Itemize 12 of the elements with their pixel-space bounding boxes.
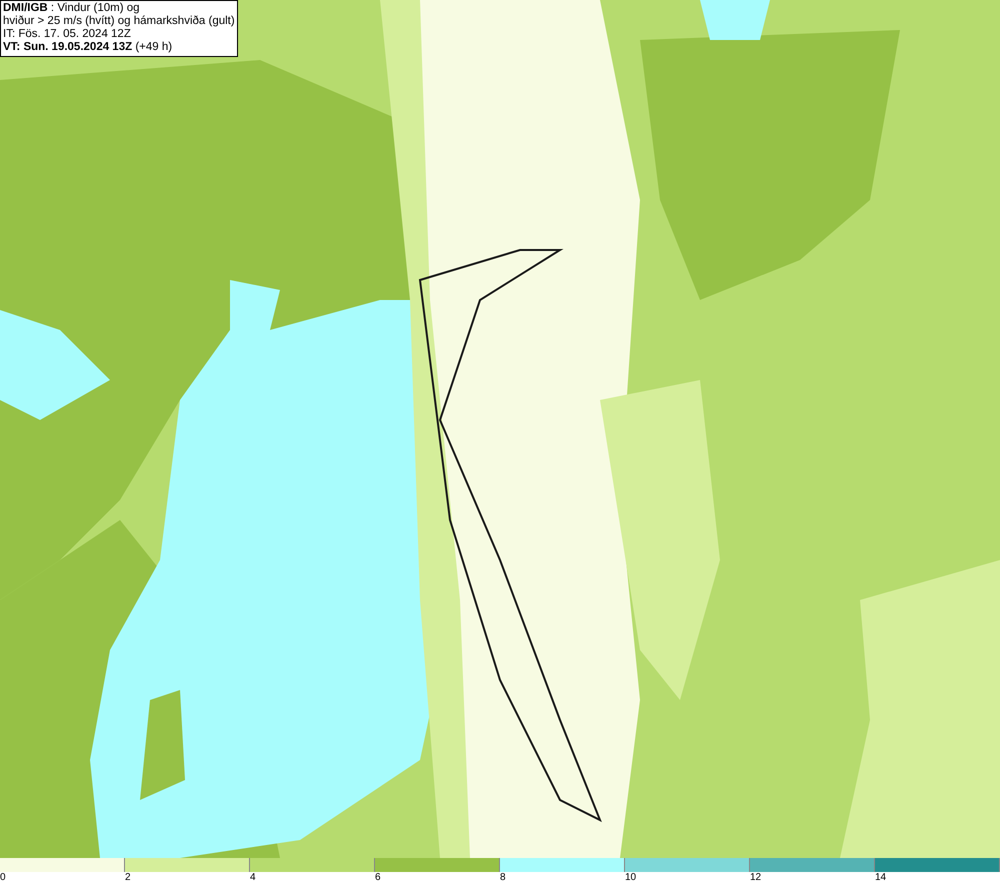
info-text: VT: Sun. 19.05.2024 13Z (+49 h) [3, 41, 174, 54]
info-text: hviður > 25 m/s (hvítt) og hámarkshviða (gult) [3, 15, 235, 28]
info-text: DMI/IGB : Vindur (10m) og [3, 2, 141, 15]
legend-label: 8 [500, 872, 506, 884]
legend-label: 12 [750, 872, 762, 884]
legend-label: 2 [125, 872, 131, 884]
legend-label: 6 [375, 872, 381, 884]
info-text: IT: Fös. 17. 05. 2024 12Z [3, 28, 132, 41]
legend-label: 4 [250, 872, 256, 884]
legend-label: 10 [625, 872, 636, 884]
legend-label: 0 [0, 872, 6, 884]
legend-label: 14 [875, 872, 886, 884]
